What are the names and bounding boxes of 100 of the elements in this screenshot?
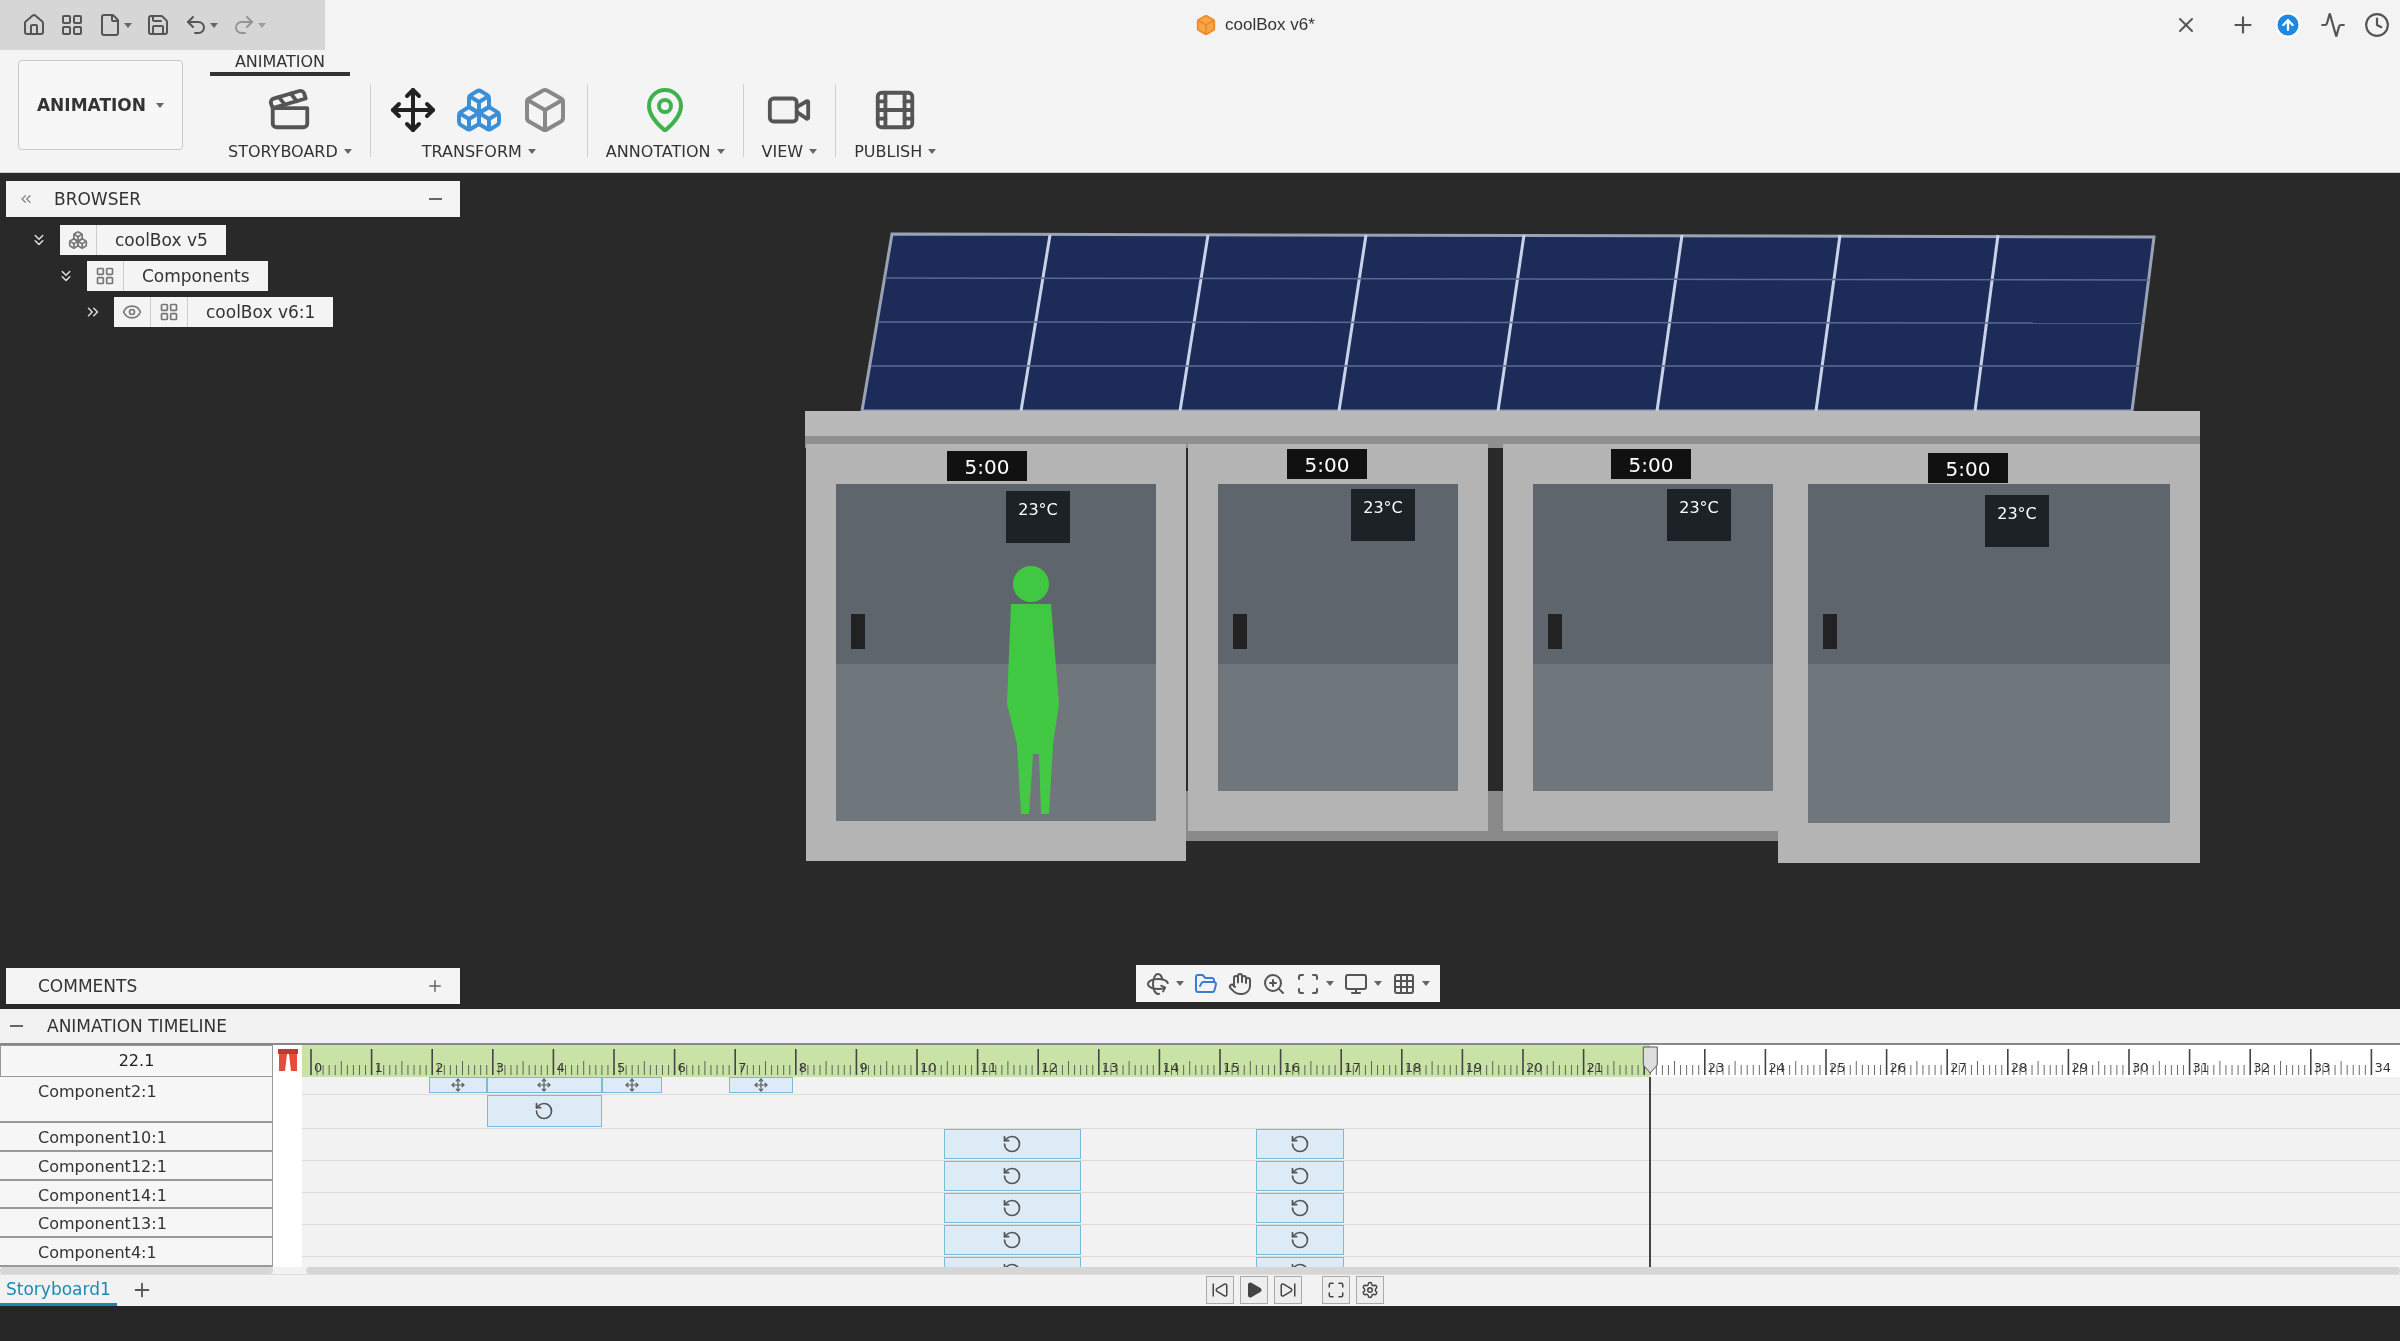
track-label[interactable]: Component13:1 — [0, 1209, 273, 1239]
ribbon-group-menu[interactable]: ANNOTATION — [605, 140, 725, 163]
caret-icon — [928, 149, 937, 154]
ribbon-group-menu[interactable]: STORYBOARD — [228, 140, 352, 163]
track-label[interactable]: Component4:1 — [0, 1238, 273, 1267]
rotate-icon — [1002, 1133, 1023, 1154]
ruler-label: 11 — [980, 1059, 998, 1075]
temperature-text: 23°C — [1997, 504, 2037, 523]
tree-item-label: Components — [141, 265, 251, 288]
caret-icon — [716, 149, 725, 154]
play-button[interactable] — [1240, 1276, 1268, 1305]
timeline-ruler[interactable]: 0 1 2 3 4 5 6 7 8 9 10 11 12 13 14 15 16 17 18 19 20 21 23 24 25 26 27 28 29 30 31 32 33 34 — [302, 1044, 2400, 1077]
apps-grid-button[interactable] — [60, 13, 84, 37]
ruler-label: 17 — [1344, 1059, 1361, 1075]
tree-item[interactable]: Components — [87, 261, 268, 291]
skip-to-start-button[interactable] — [1206, 1276, 1234, 1305]
panel-title: ANIMATION TIMELINE — [47, 1015, 227, 1036]
look-at-button[interactable] — [1194, 971, 1218, 996]
skip-forward-icon — [1279, 1281, 1297, 1300]
display-settings-button[interactable] — [1344, 971, 1382, 996]
ruler-label: 24 — [1768, 1059, 1785, 1075]
home-button[interactable] — [22, 13, 46, 37]
ruler-label: 26 — [1889, 1059, 1907, 1075]
ruler-label: 13 — [1101, 1059, 1119, 1075]
temperature-text: 23°C — [1363, 498, 1403, 517]
save-button[interactable] — [146, 13, 170, 37]
plus-icon — [426, 977, 444, 995]
minus-icon — [10, 1024, 23, 1027]
panel-title: BROWSER — [54, 189, 141, 209]
ruler-label: 1 — [374, 1059, 383, 1075]
rotate-icon — [534, 1100, 555, 1121]
activity-button[interactable] — [2320, 12, 2346, 38]
move-icon — [753, 1077, 768, 1092]
tree-item[interactable]: coolBox v6:1 — [114, 297, 334, 327]
ribbon-group-menu[interactable]: PUBLISH — [854, 140, 937, 163]
ruler-label: 25 — [1829, 1059, 1846, 1075]
track-label[interactable]: Component12:1 — [0, 1151, 273, 1181]
move-icon — [450, 1077, 465, 1092]
orbit-button[interactable] — [1146, 971, 1184, 996]
ruler-label: 10 — [920, 1059, 937, 1075]
move-icon — [625, 1077, 640, 1092]
ruler-label: 28 — [2010, 1059, 2028, 1075]
pan-button[interactable] — [1228, 971, 1252, 996]
timer-text: 5:00 — [1945, 457, 1991, 481]
scrollbar[interactable] — [306, 1266, 2400, 1274]
undo-button[interactable] — [184, 13, 218, 37]
zoom-button[interactable] — [1262, 971, 1286, 996]
history-button[interactable] — [2364, 12, 2390, 38]
fullscreen-button[interactable] — [1322, 1276, 1350, 1305]
caret-icon — [343, 149, 352, 154]
keyframe-block[interactable] — [1256, 1192, 1345, 1223]
ribbon-group-menu[interactable]: TRANSFORM — [421, 140, 536, 163]
add-comment-button[interactable] — [426, 977, 444, 995]
document-tab[interactable]: coolBox v6* — [1195, 14, 1315, 36]
rotate-icon — [1002, 1165, 1023, 1186]
ruler-label: 0 — [314, 1059, 323, 1075]
settings-button[interactable] — [1356, 1276, 1384, 1305]
ruler-label: 34 — [2374, 1059, 2391, 1075]
play-icon — [1245, 1281, 1263, 1300]
rotate-icon — [1002, 1197, 1023, 1218]
ruler-label: 27 — [1950, 1059, 1967, 1075]
scrollbar[interactable] — [0, 1266, 273, 1274]
track-label[interactable]: Component2:1 — [0, 1076, 273, 1123]
minus-icon — [429, 198, 442, 200]
skip-to-end-button[interactable] — [1274, 1276, 1302, 1305]
rotate-icon — [1290, 1229, 1311, 1250]
fullscreen-icon — [1327, 1281, 1345, 1300]
ruler-label: 29 — [2071, 1059, 2088, 1075]
track-label[interactable]: Component10:1 — [0, 1122, 273, 1152]
keyframe-block[interactable] — [1256, 1128, 1345, 1159]
ruler-label: 33 — [2313, 1059, 2331, 1075]
file-menu-button[interactable] — [98, 13, 132, 37]
ruler-label: 18 — [1404, 1059, 1422, 1075]
ruler-label: 12 — [1041, 1059, 1058, 1075]
workspace-menu-button[interactable]: ANIMATION — [18, 60, 183, 150]
grid-settings-button[interactable] — [1392, 971, 1430, 996]
rotate-icon — [1290, 1133, 1311, 1154]
temperature-display — [1351, 489, 1415, 541]
keyframe-block[interactable] — [1256, 1160, 1345, 1191]
caret-icon — [258, 22, 266, 28]
ruler-label: 20 — [1526, 1059, 1543, 1075]
ruler-label: 2 — [435, 1059, 444, 1075]
ruler-label: 15 — [1223, 1059, 1240, 1075]
storyboard-tab[interactable]: Storyboard1 — [0, 1275, 117, 1306]
ribbon-tab[interactable]: ANIMATION — [210, 50, 350, 76]
curtain-icon — [277, 1048, 298, 1071]
current-time-field[interactable]: 22.1 — [0, 1044, 273, 1077]
rotate-icon — [1002, 1229, 1023, 1250]
track-label[interactable]: Component14:1 — [0, 1180, 273, 1210]
tree-item[interactable]: coolBox v5 — [60, 225, 226, 255]
playhead-handle[interactable] — [1642, 1046, 1658, 1074]
upload-status-button[interactable] — [2274, 11, 2302, 39]
zoom-window-button[interactable] — [1296, 971, 1334, 996]
temperature-display — [1667, 489, 1731, 541]
rotate-icon — [1290, 1165, 1311, 1186]
ribbon-group-menu[interactable]: VIEW — [761, 140, 818, 163]
ruler-label: 31 — [2192, 1059, 2210, 1075]
keyframe-block[interactable] — [1256, 1224, 1345, 1255]
component-icon — [95, 266, 115, 286]
document-title: coolBox v6* — [1225, 15, 1315, 35]
